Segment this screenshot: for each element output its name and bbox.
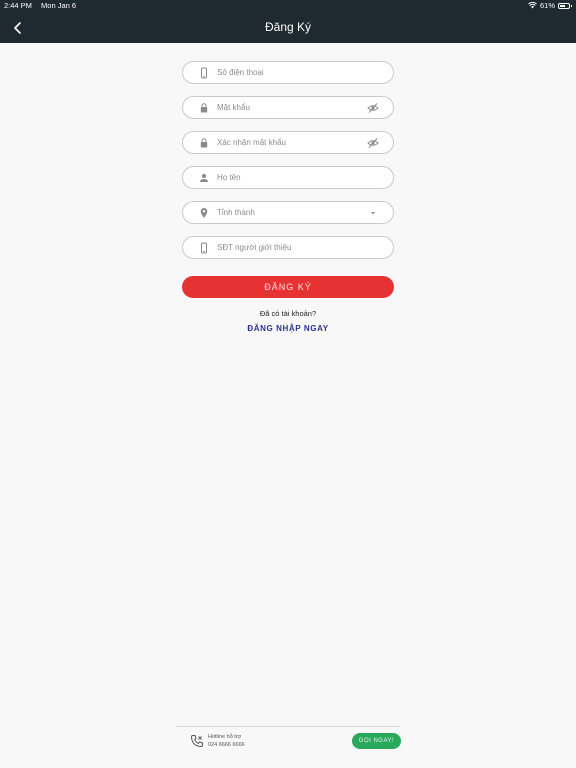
have-account-text: Đã có tài khoản? — [259, 309, 317, 318]
wifi-icon — [528, 2, 537, 9]
footer-divider — [176, 726, 400, 727]
location-pin-icon — [200, 208, 208, 218]
referrer-phone-field — [182, 236, 394, 259]
status-date: Mon Jan 6 — [41, 1, 77, 10]
login-now-link[interactable]: ĐĂNG NHẬP NGAY — [0, 324, 576, 333]
status-bar: 2:44 PM Mon Jan 6 61% — [0, 0, 576, 12]
province-select[interactable] — [182, 201, 394, 224]
call-now-button[interactable]: GỌI NGAY! — [352, 733, 401, 749]
battery-percent: 61% — [539, 1, 555, 10]
caret-down-icon — [371, 212, 375, 215]
password-input[interactable] — [217, 100, 357, 115]
hotline-label: Hotline hỗ trợ — [208, 734, 242, 740]
nav-bar: Đăng Ký — [0, 12, 576, 43]
confirm-password-field — [182, 131, 394, 154]
person-icon — [200, 174, 208, 182]
province-input[interactable] — [217, 205, 357, 220]
fullname-field — [182, 166, 394, 189]
phone-call-icon — [190, 735, 203, 748]
eye-off-icon[interactable] — [367, 137, 379, 149]
register-form — [182, 61, 394, 271]
phone-icon — [201, 67, 207, 79]
fullname-input[interactable] — [217, 170, 357, 185]
battery-icon — [558, 2, 572, 9]
page-title: Đăng Ký — [264, 20, 312, 34]
status-left: 2:44 PM Mon Jan 6 — [4, 1, 83, 10]
phone-input[interactable] — [217, 65, 357, 80]
hotline-number: 024 6666 6666 — [208, 742, 245, 748]
phone-field — [182, 61, 394, 84]
confirm-password-input[interactable] — [217, 135, 357, 150]
referrer-phone-input[interactable] — [217, 240, 357, 255]
lock-icon — [200, 103, 208, 113]
register-button[interactable]: ĐĂNG KÝ — [182, 276, 394, 298]
lock-icon — [200, 138, 208, 148]
phone-icon — [201, 242, 207, 254]
status-right: 61% — [528, 1, 572, 10]
password-field — [182, 96, 394, 119]
status-time: 2:44 PM — [4, 1, 32, 10]
eye-off-icon[interactable] — [367, 102, 379, 114]
battery-level — [560, 4, 565, 7]
